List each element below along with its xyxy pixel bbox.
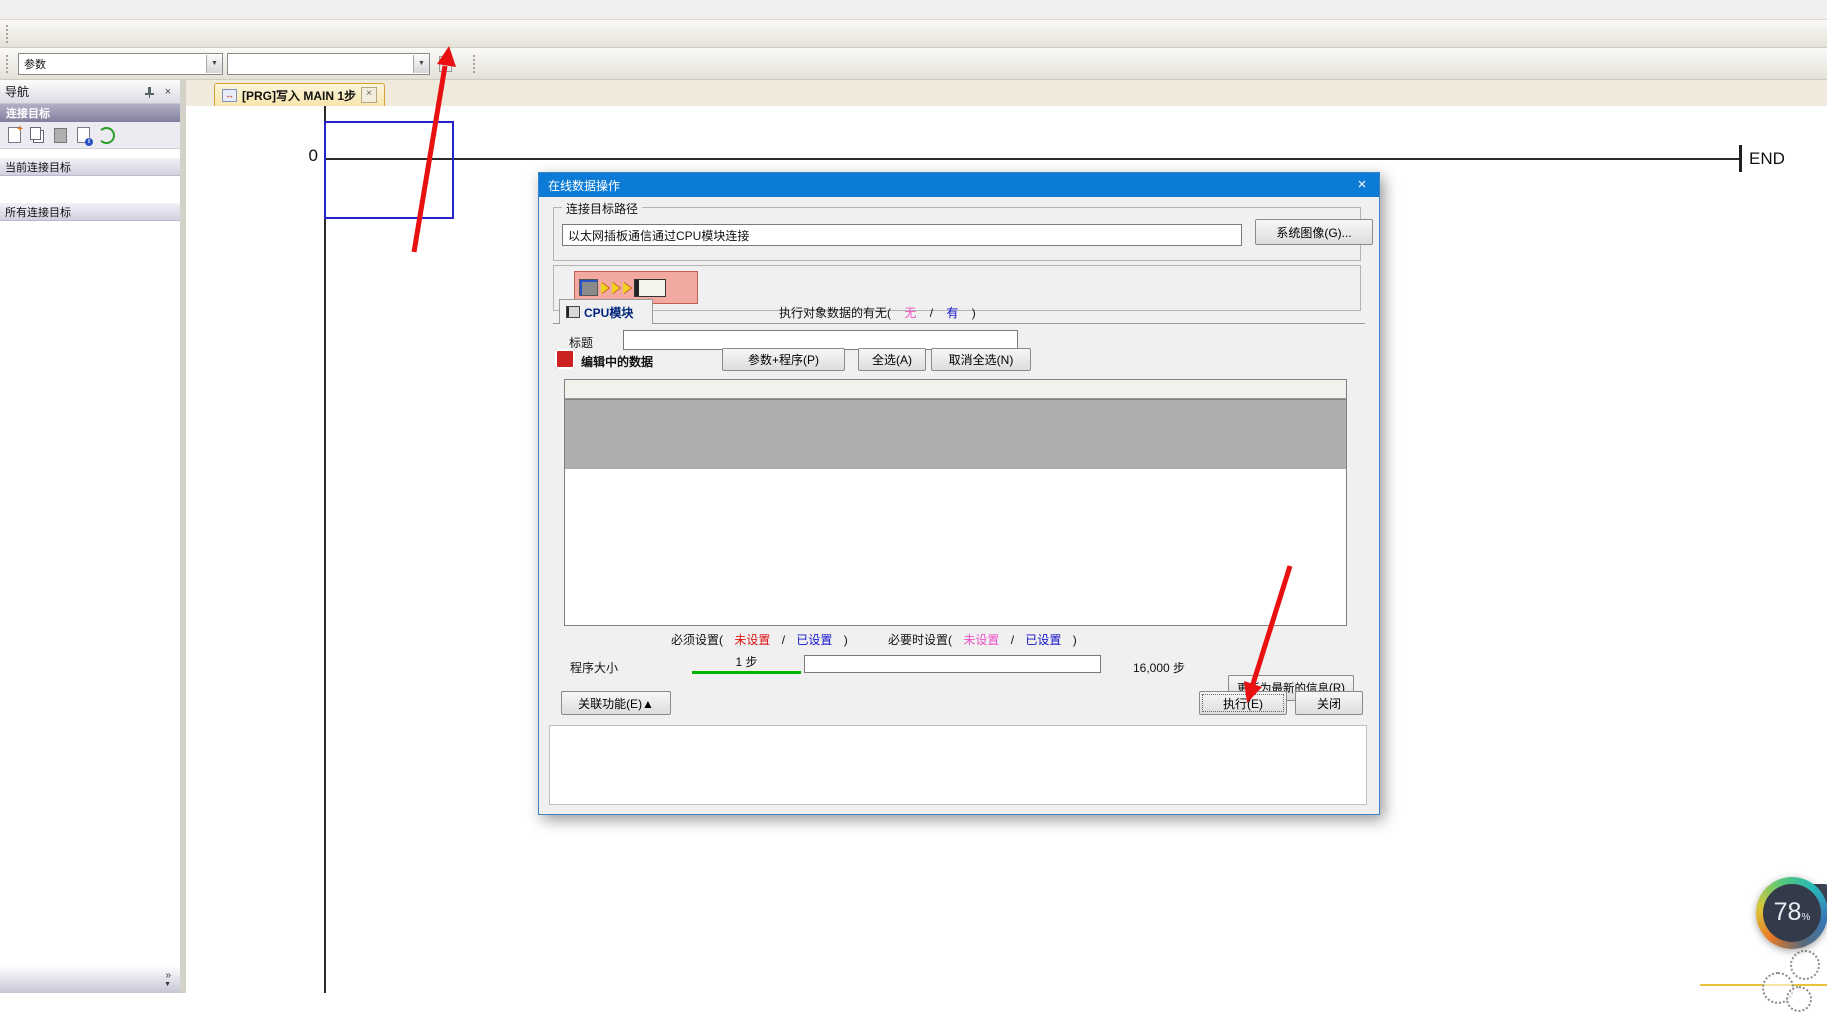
overlay-percent-unit: % [1801, 912, 1810, 923]
exec-none: 无 [904, 306, 916, 320]
table-header-row [565, 380, 1346, 399]
parameter-program-button[interactable]: 参数+程序(P) [722, 348, 845, 371]
close-icon[interactable]: × [361, 87, 377, 103]
optional-set: 已设置 [1025, 633, 1061, 647]
overlay-percent: 78 [1774, 898, 1802, 927]
exec-target-status: 执行对象数据的有无( 无 / 有 ) [779, 304, 976, 321]
current-connection-header: 当前连接目标 [0, 157, 180, 176]
navigation-empty-area [0, 233, 180, 966]
dialog-close-button[interactable]: 关闭 [1295, 691, 1363, 715]
close-icon[interactable]: × [161, 85, 175, 99]
overlay-percent-widget[interactable]: 78 % [1756, 877, 1827, 949]
cpu-module-icon [566, 306, 580, 318]
slash: / [782, 633, 785, 647]
tab-prg-write-main[interactable]: ↔ [PRG]写入 MAIN 1步 × [214, 83, 385, 106]
toolbar-secondary: 参数 ▼ ▼ [0, 48, 1827, 80]
exec-slash: / [930, 306, 933, 320]
overlay-gear-icon[interactable] [1790, 950, 1820, 980]
slash: / [1011, 633, 1014, 647]
dialog-title-bar[interactable]: 在线数据操作 [539, 173, 1379, 197]
parameter-combo-value: 参数 [24, 56, 46, 72]
connection-path-group: 连接目标路径 以太网插板通信通过CPU模块连接 [553, 207, 1361, 261]
data-table [564, 379, 1347, 626]
optional-unset: 未设置 [963, 633, 999, 647]
current-connection-list [0, 176, 180, 188]
exec-suffix: ) [972, 306, 976, 320]
step-number: 0 [246, 146, 318, 166]
related-functions-button[interactable]: 关联功能(E)▲ [561, 691, 671, 715]
chevron-down-icon[interactable]: ▼ [206, 55, 222, 73]
refresh-icon[interactable] [97, 126, 115, 144]
editing-data-label: 编辑中的数据 [581, 353, 653, 370]
title-field[interactable] [623, 330, 1018, 350]
program-size-bar [804, 655, 1101, 673]
chevron-right-icon[interactable]: » [165, 971, 171, 980]
connection-path-value: 以太网插板通信通过CPU模块连接 [568, 227, 749, 244]
navigation-panel: 导航 × 连接目标 当前连接目标 所有连接目标 » ▼ [0, 80, 186, 993]
navigation-title-bar: 导航 × [0, 80, 180, 104]
toolbar-standard [0, 20, 1827, 48]
table-filler [565, 399, 1346, 469]
ladder-left-rail [324, 106, 326, 993]
navigation-title: 导航 [5, 83, 137, 100]
tab-cpu-module[interactable]: CPU模块 [559, 299, 653, 324]
deselect-all-button[interactable]: 取消全选(N) [931, 348, 1031, 371]
optional-prefix: 必要时设置( [888, 633, 952, 647]
paren: ) [1073, 633, 1077, 647]
program-size-current: 1 步 [692, 653, 801, 674]
exec-prefix: 执行对象数据的有无( [779, 306, 891, 320]
menu-bar [0, 0, 1827, 20]
connection-toolbar [0, 122, 180, 149]
ladder-cursor-selection[interactable] [324, 121, 454, 219]
all-connection-header: 所有连接目标 [0, 202, 180, 221]
document-check-icon[interactable] [433, 52, 458, 76]
connection-path-field[interactable]: 以太网插板通信通过CPU模块连接 [562, 224, 1242, 246]
connection-path-label: 连接目标路径 [562, 200, 642, 217]
related-functions-panel [549, 725, 1367, 805]
optional-setting-status: 必要时设置( 未设置 / 已设置 ) [888, 631, 1077, 648]
toolbar-grip[interactable] [6, 25, 12, 43]
ladder-rung-line [324, 158, 1740, 160]
required-set: 已设置 [796, 633, 832, 647]
required-unset: 未设置 [734, 633, 770, 647]
required-prefix: 必须设置( [671, 633, 723, 647]
paste-icon[interactable] [51, 126, 69, 144]
parameter-combo[interactable]: 参数 ▼ [18, 53, 223, 75]
editing-data-icon [555, 349, 575, 369]
tab-label: [PRG]写入 MAIN 1步 [242, 87, 356, 104]
select-all-button[interactable]: 全选(A) [858, 348, 926, 371]
chevron-down-icon[interactable]: ▼ [164, 980, 171, 989]
required-setting-status: 必须设置( 未设置 / 已设置 ) [671, 631, 848, 648]
chevron-down-icon[interactable]: ▼ [413, 55, 429, 73]
pin-icon[interactable] [142, 85, 156, 99]
toolbar-grip[interactable] [473, 55, 479, 73]
toolbar-grip[interactable] [6, 55, 12, 73]
program-size-max: 16,000 步 [1133, 659, 1185, 676]
document-tab-bar: ↔ [PRG]写入 MAIN 1步 × [186, 80, 1827, 107]
find-combo[interactable]: ▼ [227, 53, 430, 75]
tab-divider [553, 323, 1365, 324]
online-data-operation-dialog: 在线数据操作 × 连接目标路径 以太网插板通信通过CPU模块连接 系统图像(G)… [538, 172, 1380, 815]
program-size-label: 程序大小 [570, 659, 618, 676]
dialog-title: 在线数据操作 [548, 177, 620, 194]
copy-icon[interactable] [28, 126, 46, 144]
exec-have: 有 [946, 306, 958, 320]
system-image-button[interactable]: 系统图像(G)... [1255, 219, 1373, 245]
execute-button[interactable]: 执行(E) [1199, 691, 1287, 715]
navigation-more-bar[interactable]: » ▼ [0, 966, 180, 993]
property-icon[interactable] [74, 126, 92, 144]
end-instruction: END [1739, 145, 1785, 172]
all-connection-list [0, 221, 180, 233]
close-icon[interactable]: × [1346, 174, 1378, 196]
new-connection-icon[interactable] [5, 126, 23, 144]
ladder-document-icon: ↔ [222, 89, 237, 102]
paren: ) [844, 633, 848, 647]
connection-section-header: 连接目标 [0, 104, 180, 122]
tab-cpu-module-label: CPU模块 [584, 304, 633, 321]
overlay-gear-icon[interactable] [1786, 986, 1812, 1012]
